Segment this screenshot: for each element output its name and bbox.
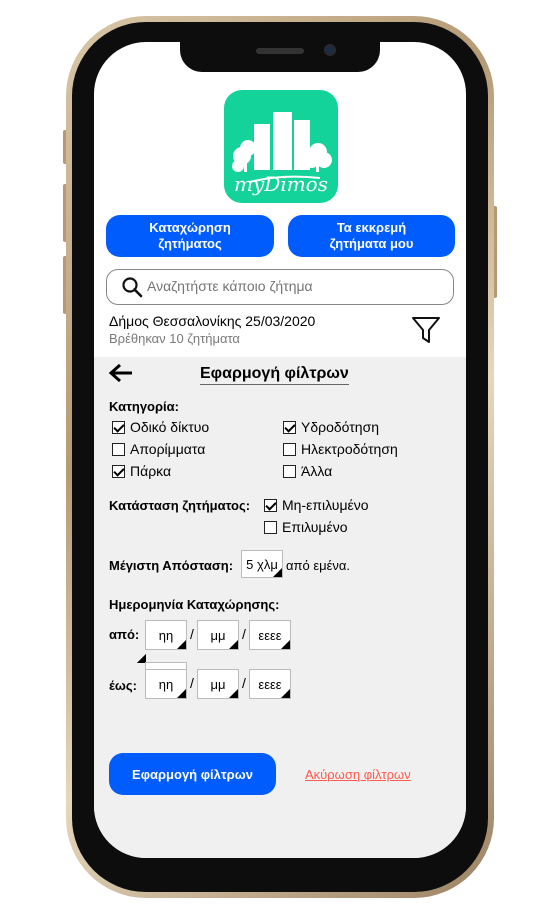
date-separator: / bbox=[242, 675, 246, 691]
category-road-network[interactable]: Οδικό δίκτυο bbox=[112, 419, 209, 435]
date-separator: / bbox=[190, 626, 194, 642]
checkbox[interactable] bbox=[112, 442, 125, 456]
search-input[interactable] bbox=[147, 278, 437, 294]
distance-value: 5 χλμ bbox=[246, 556, 278, 572]
front-camera bbox=[324, 44, 336, 56]
distance-select[interactable]: 5 χλμ bbox=[241, 550, 283, 578]
year-placeholder: εεεε bbox=[258, 676, 282, 692]
category-label-text: Απορίμματα bbox=[130, 441, 206, 457]
apply-filters-label: Εφαρμογή φίλτρων bbox=[132, 766, 253, 782]
pending-issues-label-1: Τα εκκρεμή bbox=[336, 220, 407, 235]
from-day-box[interactable]: ηη bbox=[145, 620, 187, 650]
year-placeholder: εεεε bbox=[258, 627, 282, 643]
to-label: έως: bbox=[109, 678, 137, 693]
date-separator: / bbox=[190, 675, 194, 691]
status-resolved[interactable]: Επιλυμένο bbox=[264, 519, 348, 535]
pending-issues-label-2: ζητήματα μου bbox=[329, 236, 414, 251]
from-label: από: bbox=[109, 627, 140, 642]
to-year-box[interactable]: εεεε bbox=[249, 669, 291, 699]
to-day-box[interactable]: ηη bbox=[145, 669, 187, 699]
checkbox[interactable] bbox=[112, 420, 125, 434]
cancel-filters-link[interactable]: Ακύρωση φίλτρων bbox=[305, 767, 411, 782]
checkbox[interactable] bbox=[283, 420, 296, 434]
month-placeholder: μμ bbox=[210, 627, 226, 643]
category-label-text: Οδικό δίκτυο bbox=[130, 419, 210, 435]
distance-suffix: από εμένα. bbox=[286, 558, 351, 573]
apply-filters-button[interactable]: Εφαρμογή φίλτρων bbox=[109, 753, 276, 795]
max-distance-label: Μέγιστη Απόσταση: bbox=[109, 558, 234, 573]
category-label: Κατηγορία: bbox=[109, 399, 179, 414]
filter-icon[interactable] bbox=[410, 314, 442, 346]
category-other[interactable]: Άλλα bbox=[283, 463, 332, 479]
category-waste[interactable]: Απορίμματα bbox=[112, 441, 205, 457]
register-issue-button[interactable]: Καταχώρηση ζητήματος bbox=[106, 215, 274, 257]
speaker bbox=[256, 48, 304, 54]
day-placeholder: ηη bbox=[158, 676, 174, 692]
to-month-box[interactable]: μμ bbox=[197, 669, 239, 699]
category-electricity[interactable]: Ηλεκτροδότηση bbox=[283, 441, 398, 457]
category-label-text: Άλλα bbox=[301, 463, 333, 479]
month-placeholder: μμ bbox=[210, 676, 226, 692]
back-arrow-icon[interactable] bbox=[108, 363, 134, 383]
search-icon bbox=[122, 277, 143, 298]
phone-screen: myDimos Καταχώρηση ζητήματος Τα εκκρεμή … bbox=[94, 42, 466, 858]
status-label: Κατάσταση ζητήματος: bbox=[109, 498, 251, 513]
results-count: Βρέθηκαν 10 ζητήματα bbox=[109, 331, 240, 346]
checkbox[interactable] bbox=[264, 498, 277, 512]
category-label-text: Ηλεκτροδότηση bbox=[301, 441, 398, 457]
date-separator: / bbox=[242, 626, 246, 642]
status-label-text: Επιλυμένο bbox=[282, 519, 348, 535]
app-logo: myDimos bbox=[224, 90, 338, 203]
day-placeholder: ηη bbox=[158, 627, 174, 643]
search-bar[interactable] bbox=[106, 269, 454, 305]
category-label-text: Πάρκα bbox=[130, 463, 172, 479]
category-label-text: Υδροδότηση bbox=[301, 419, 380, 435]
status-unresolved[interactable]: Μη-επιλυμένο bbox=[264, 497, 369, 513]
checkbox[interactable] bbox=[283, 442, 296, 456]
register-issue-label-2: ζητήματος bbox=[158, 236, 222, 251]
notch bbox=[180, 42, 380, 72]
checkbox[interactable] bbox=[264, 520, 277, 534]
from-year-box[interactable]: εεεε bbox=[249, 620, 291, 650]
pending-issues-button[interactable]: Τα εκκρεμή ζητήματα μου bbox=[288, 215, 455, 257]
filter-panel-title: Εφαρμογή φίλτρων bbox=[200, 365, 349, 385]
checkbox[interactable] bbox=[283, 464, 296, 478]
status-label-text: Μη-επιλυμένο bbox=[282, 497, 369, 513]
logo-text: myDimos bbox=[234, 172, 328, 196]
municipality-date: Δήμος Θεσσαλονίκης 25/03/2020 bbox=[109, 313, 316, 329]
from-month-box[interactable]: μμ bbox=[197, 620, 239, 650]
date-label: Ημερομηνία Καταχώρησης: bbox=[109, 597, 280, 612]
register-issue-label-1: Καταχώρηση bbox=[149, 220, 231, 235]
category-water[interactable]: Υδροδότηση bbox=[283, 419, 379, 435]
category-parks[interactable]: Πάρκα bbox=[112, 463, 171, 479]
checkbox[interactable] bbox=[112, 464, 125, 478]
